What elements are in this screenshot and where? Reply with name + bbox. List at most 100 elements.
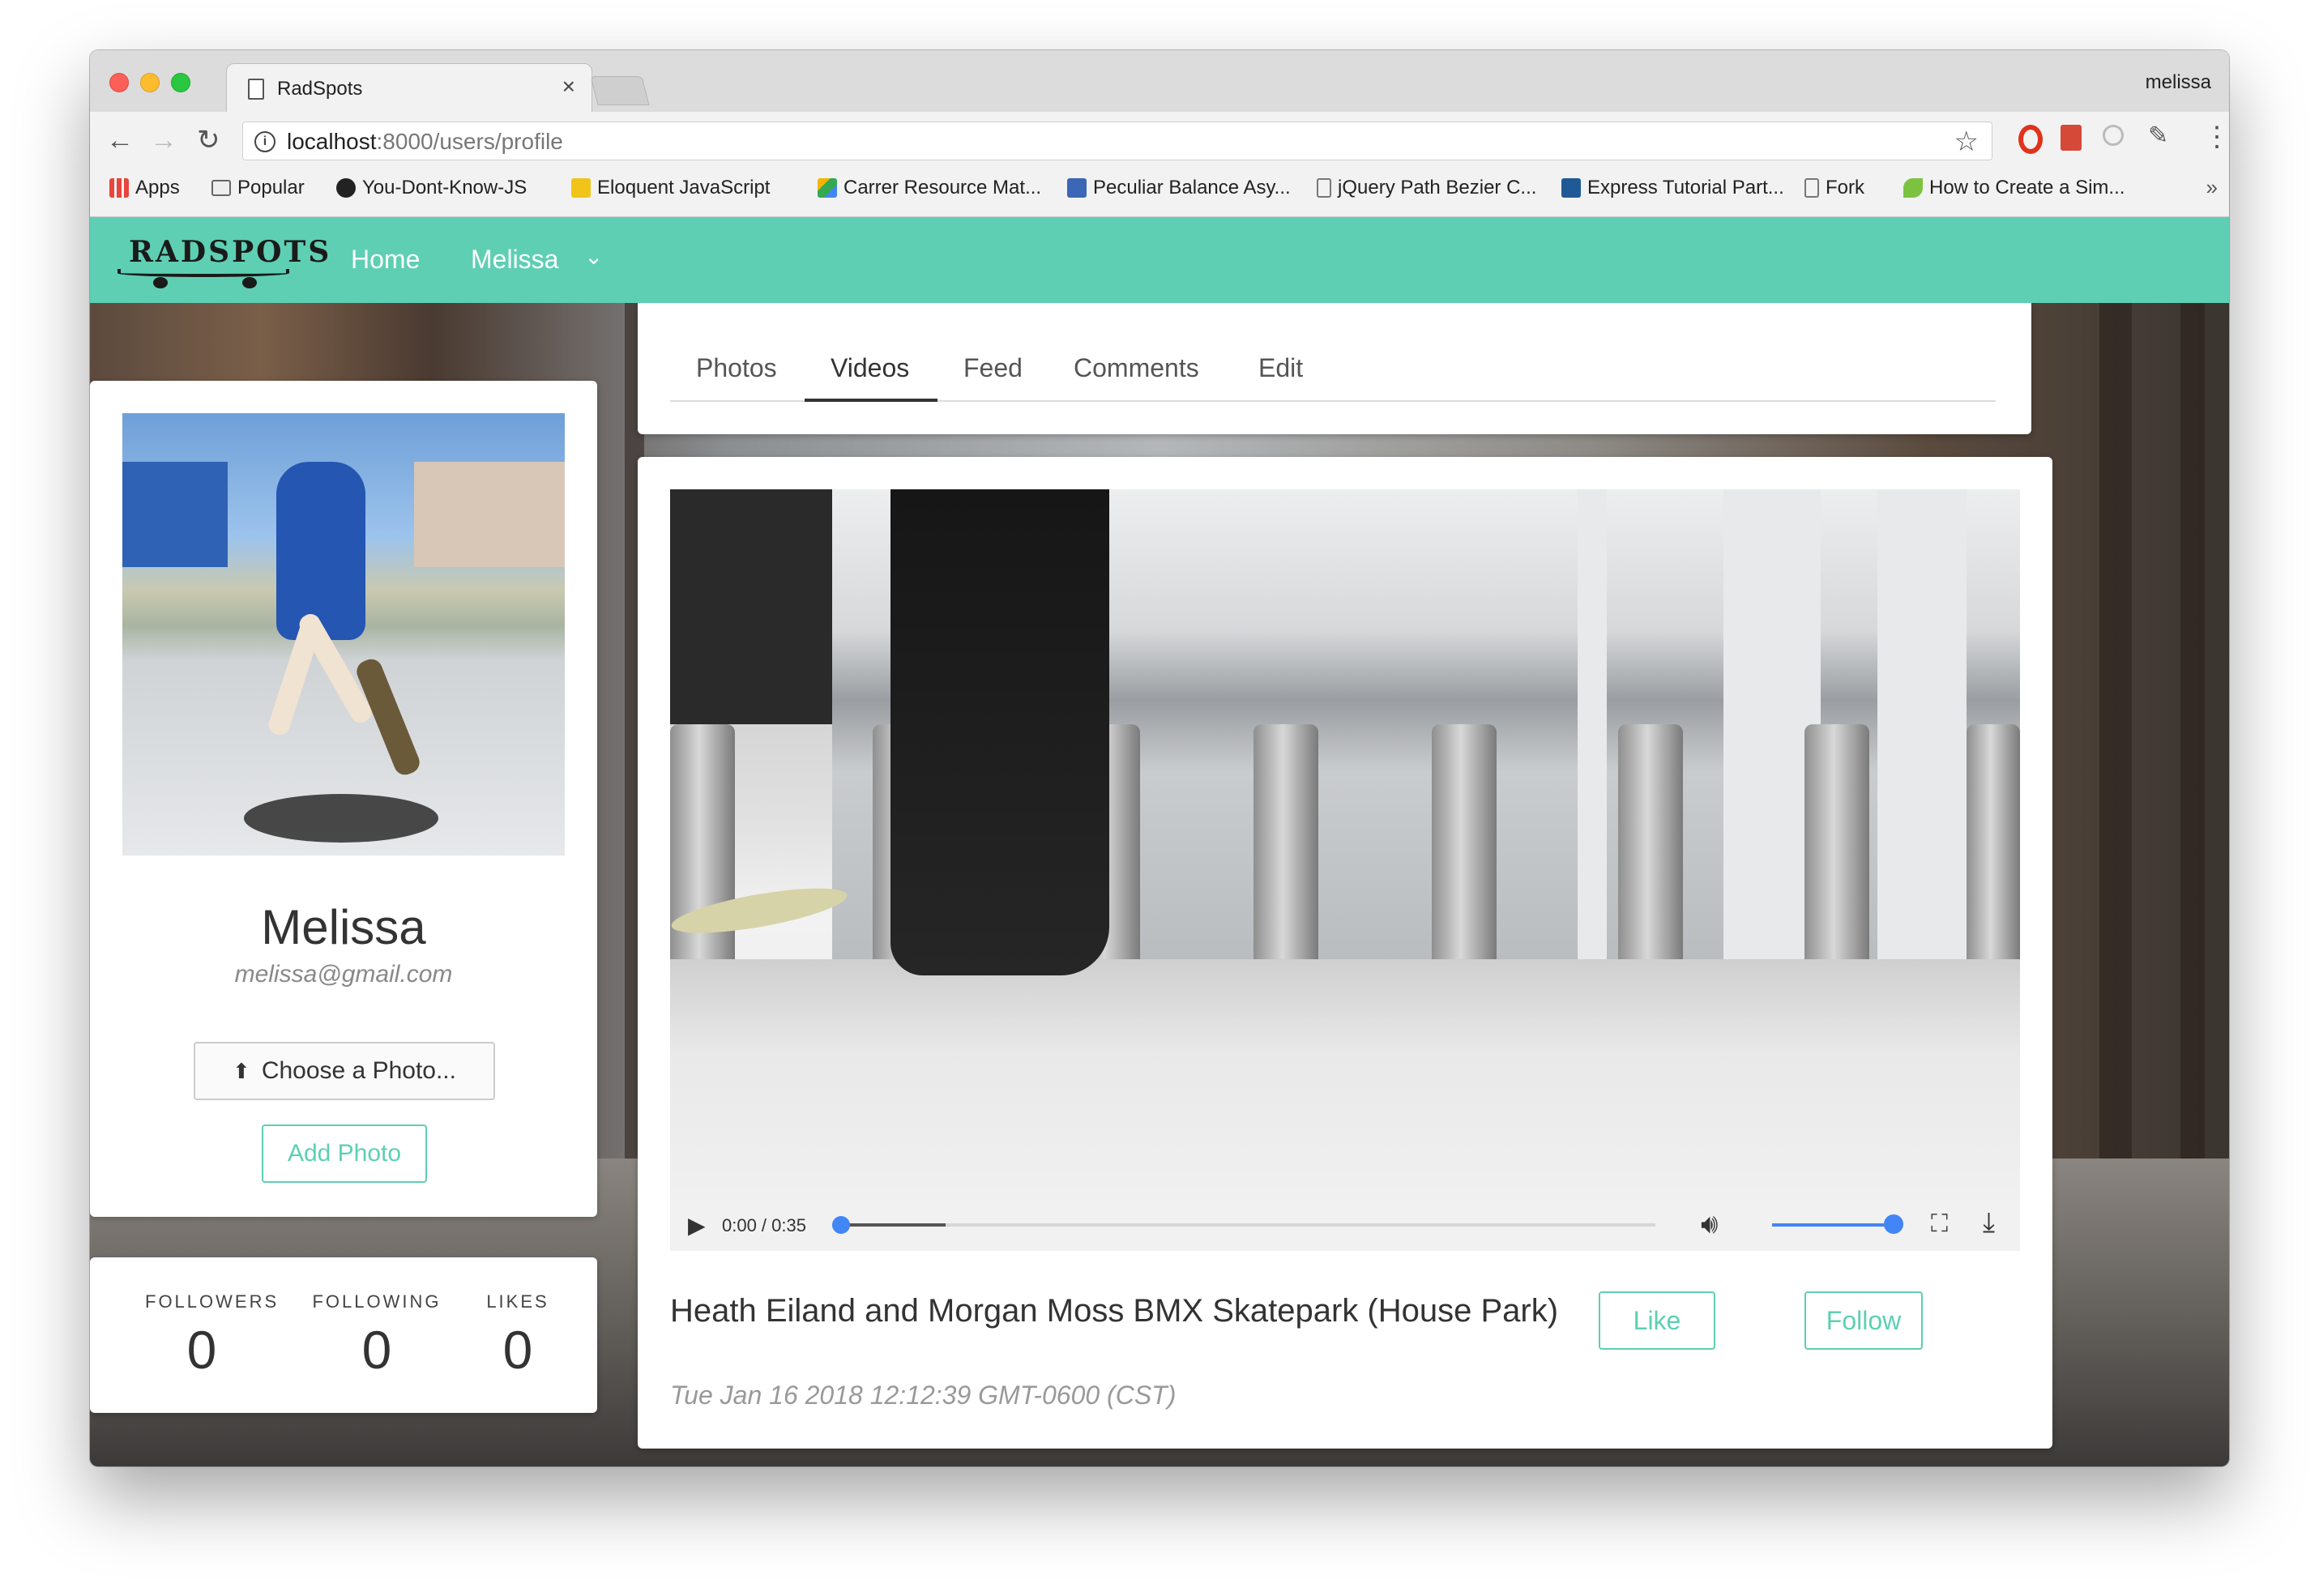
bookmark-peculiar-balance[interactable]: Peculiar Balance Asy... <box>1067 177 1291 199</box>
chevron-down-icon[interactable]: ⌄ <box>584 243 603 270</box>
maximize-window-button[interactable] <box>171 73 190 92</box>
bookmark-express-tutorial[interactable]: Express Tutorial Part... <box>1561 177 1784 199</box>
video-controls: ▶ 0:00 / 0:35 🔊︎ ⛶ ⤓ <box>670 1199 2020 1251</box>
progress-knob[interactable] <box>832 1216 850 1234</box>
bookmark-star-icon[interactable]: ☆ <box>1954 126 1979 158</box>
follow-button[interactable]: Follow <box>1804 1291 1923 1350</box>
page-icon <box>1804 178 1819 198</box>
tab-comments[interactable]: Comments <box>1074 353 1199 383</box>
browser-tab[interactable]: RadSpots × <box>226 63 592 112</box>
stat-likes[interactable]: LIKES 0 <box>480 1291 555 1380</box>
logo-text: RADSPOTS <box>129 235 332 269</box>
video-frame-shadow <box>670 489 832 724</box>
fullscreen-icon[interactable]: ⛶ <box>1931 1210 1948 1238</box>
background-post <box>2099 303 2132 1194</box>
bookmark-carrer-resource[interactable]: Carrer Resource Mat... <box>818 177 1041 199</box>
wheel-icon <box>242 277 257 288</box>
address-bar[interactable]: i localhost:8000/users/profile ☆ <box>242 122 1992 160</box>
video-frame-column <box>1877 489 1967 959</box>
close-window-button[interactable] <box>109 73 129 92</box>
browser-menu-icon[interactable]: ⋮ <box>2203 123 2229 151</box>
like-button[interactable]: Like <box>1599 1291 1715 1350</box>
nav-user-menu[interactable]: Melissa <box>471 245 558 275</box>
bookmark-label: Popular <box>237 177 305 198</box>
bookmark-apps[interactable]: Apps <box>109 177 180 199</box>
video-frame-turnstile <box>1253 724 1318 959</box>
video-frame-pole <box>1578 489 1607 959</box>
progress-buffered <box>840 1223 946 1227</box>
bookmark-you-dont-know-js[interactable]: You-Dont-Know-JS <box>336 177 527 199</box>
github-icon <box>336 178 356 198</box>
radspots-logo[interactable]: RADSPOTS <box>113 233 329 290</box>
url-path: :8000/users/profile <box>376 129 563 154</box>
video-frame-turnstile <box>1967 724 2020 959</box>
close-tab-icon[interactable]: × <box>562 75 575 98</box>
browser-window: RadSpots × melissa ← → ↻ i localhost:800… <box>90 50 2229 1466</box>
opera-extension-icon[interactable] <box>2018 125 2043 154</box>
minimize-window-button[interactable] <box>140 73 160 92</box>
url-host: localhost <box>287 129 377 154</box>
video-frame-floor <box>670 959 2020 1199</box>
bookmark-eloquent-javascript[interactable]: Eloquent JavaScript <box>571 177 770 199</box>
bookmark-jquery-path[interactable]: jQuery Path Bezier C... <box>1317 177 1536 199</box>
codewars-icon <box>1067 178 1087 198</box>
profile-card: Melissa melissa@gmail.com ⬆ Choose a Pho… <box>90 381 597 1217</box>
video-player[interactable] <box>670 489 2020 1199</box>
stat-label: FOLLOWERS <box>145 1291 280 1312</box>
bookmark-how-to-create[interactable]: How to Create a Sim... <box>1903 177 2125 199</box>
download-icon[interactable]: ⤓ <box>1983 1207 1995 1239</box>
skateboard-icon <box>117 269 289 277</box>
profile-email: melissa@gmail.com <box>234 961 453 988</box>
tab-edit[interactable]: Edit <box>1258 353 1303 383</box>
tab-photos[interactable]: Photos <box>696 353 777 383</box>
bookmark-fork[interactable]: Fork <box>1804 177 1864 199</box>
add-photo-button[interactable]: Add Photo <box>262 1124 427 1183</box>
tab-videos[interactable]: Videos <box>831 353 909 383</box>
magnifier-extension-icon[interactable] <box>2103 125 2124 146</box>
browser-profile-name[interactable]: melissa <box>2146 71 2211 94</box>
video-time: 0:00 / 0:35 <box>722 1215 806 1235</box>
video-frame-rider <box>890 489 1109 975</box>
back-arrow-icon[interactable]: ← <box>106 126 134 154</box>
folder-icon <box>211 180 231 196</box>
profile-tabs-card: Photos Videos Feed Comments Edit <box>638 303 2031 434</box>
tab-feed[interactable]: Feed <box>963 353 1023 383</box>
stat-following[interactable]: FOLLOWING 0 <box>312 1291 442 1380</box>
nav-home-link[interactable]: Home <box>351 245 420 275</box>
stat-label: LIKES <box>486 1291 549 1312</box>
bookmark-label: Eloquent JavaScript <box>597 177 771 198</box>
play-icon[interactable]: ▶ <box>688 1212 706 1239</box>
video-title: Heath Eiland and Morgan Moss BMX Skatepa… <box>670 1293 1559 1329</box>
volume-slider[interactable] <box>1772 1223 1894 1227</box>
bookmark-label: You-Dont-Know-JS <box>362 177 527 198</box>
url-text[interactable]: localhost:8000/users/profile <box>287 129 563 155</box>
info-icon[interactable]: i <box>254 131 275 152</box>
video-date: Tue Jan 16 2018 12:12:39 GMT-0600 (CST) <box>670 1380 1177 1410</box>
bookmarks-bar: Apps Popular You-Dont-Know-JS Eloquent J… <box>90 165 2229 209</box>
bookmark-label: Apps <box>135 177 180 198</box>
leaf-icon <box>1903 178 1923 198</box>
stat-followers[interactable]: FOLLOWERS 0 <box>145 1291 280 1380</box>
video-progress-bar[interactable] <box>832 1216 1655 1234</box>
volume-knob[interactable] <box>1884 1214 1903 1234</box>
upload-icon: ⬆ <box>233 1058 250 1083</box>
stat-value: 0 <box>361 1320 392 1380</box>
new-tab-button[interactable] <box>590 76 650 105</box>
video-card: ▶ 0:00 / 0:35 🔊︎ ⛶ ⤓ Heath Eiland and Mo… <box>638 457 2052 1449</box>
bookmark-extension-icon[interactable] <box>2061 125 2082 151</box>
page-icon <box>1317 178 1331 198</box>
bookmark-popular[interactable]: Popular <box>211 177 305 199</box>
eyedropper-extension-icon[interactable]: ✎ <box>2148 122 2168 150</box>
browser-toolbar: ← → ↻ i localhost:8000/users/profile ☆ ✎… <box>90 112 2229 217</box>
page-icon <box>248 79 264 100</box>
reload-icon[interactable]: ↻ <box>197 126 220 154</box>
tab-title: RadSpots <box>277 78 363 100</box>
forward-arrow-icon[interactable]: → <box>150 126 177 154</box>
choose-photo-button[interactable]: ⬆ Choose a Photo... <box>194 1042 495 1100</box>
volume-icon[interactable]: 🔊︎ <box>1701 1209 1718 1240</box>
more-bookmarks-icon[interactable]: » <box>2206 175 2218 200</box>
stats-card: FOLLOWERS 0 FOLLOWING 0 LIKES 0 <box>90 1257 597 1413</box>
active-tab-indicator <box>805 399 937 402</box>
background-post <box>2180 303 2205 1194</box>
video-frame-turnstile <box>1804 724 1869 959</box>
